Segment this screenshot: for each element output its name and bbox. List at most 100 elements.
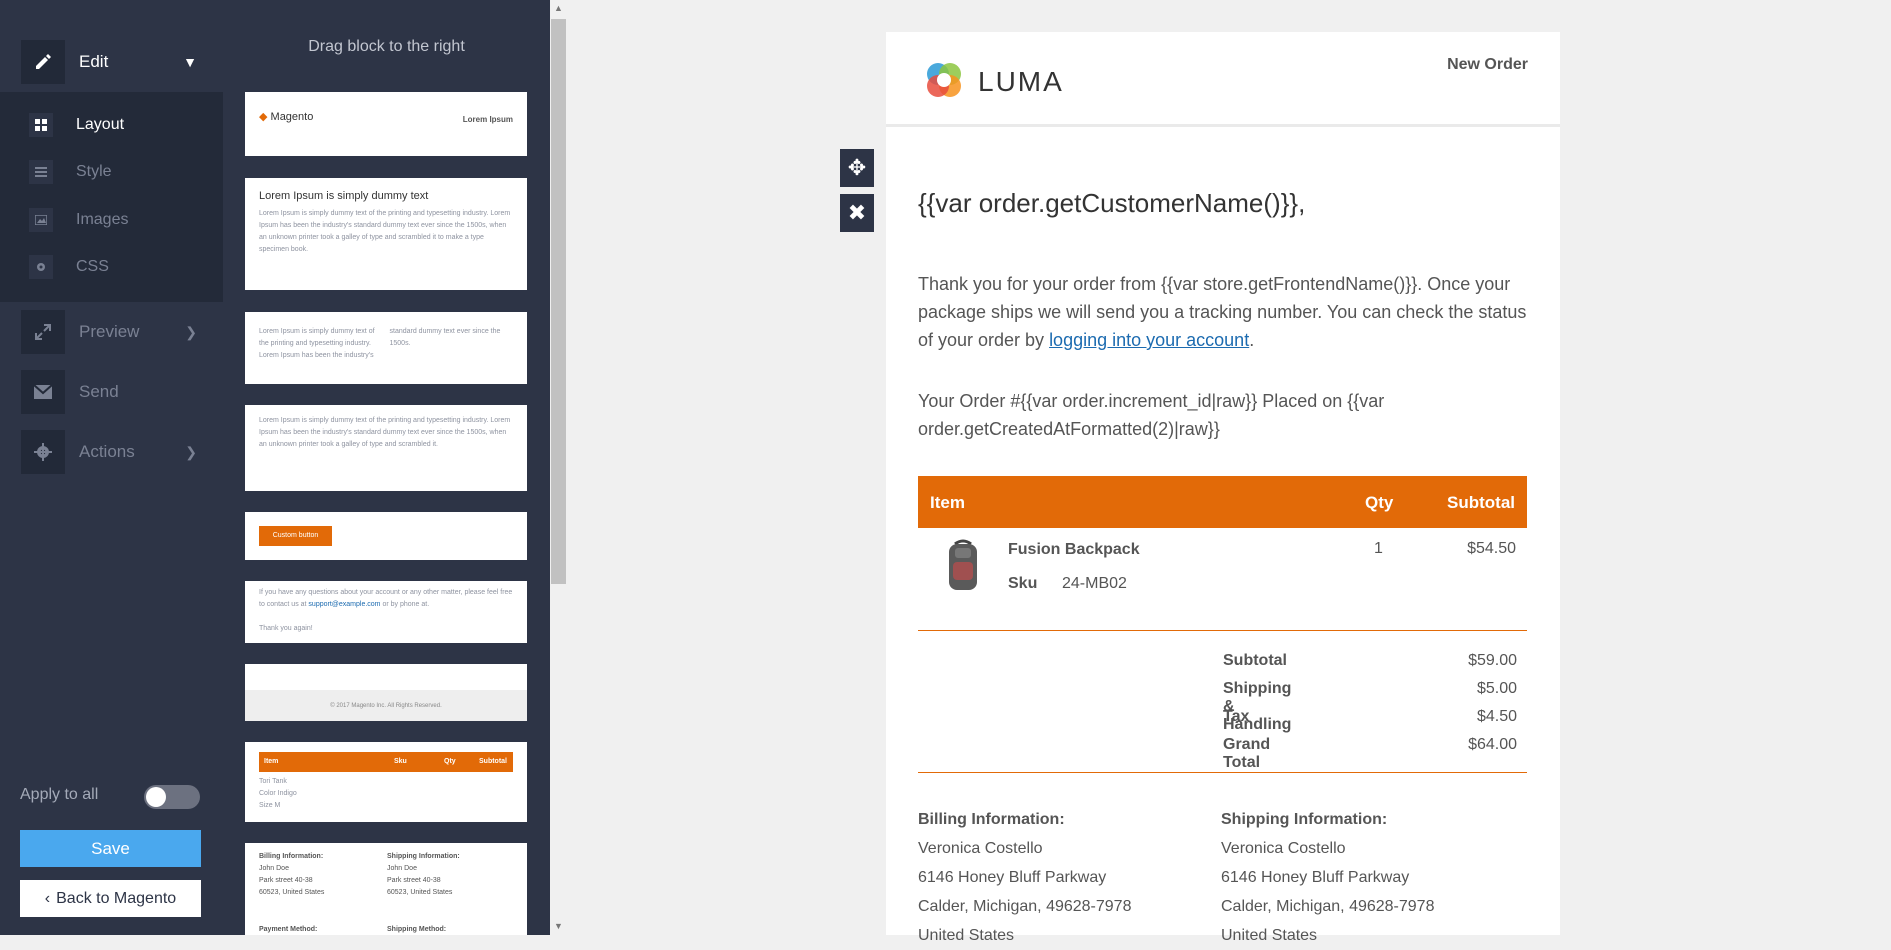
table-header: Item Qty Subtotal [918,476,1527,528]
luma-logo-text: LUMA [978,66,1064,97]
custom-button-preview: Custom button [259,526,332,546]
greeting: {{var order.getCustomerName()}}, [918,188,1306,218]
lorem-text: Lorem Ipsum is simply dummy text of the … [259,417,511,448]
mini-table-header: Item Sku Qty Subtotal [259,752,513,772]
apply-to-all-label: Apply to all [20,786,99,803]
billing-address: Billing Information: Veronica Costello 6… [918,805,1131,950]
billing-city: Calder, Michigan, 49628-7978 [918,898,1132,915]
preview-label: Preview [79,322,140,341]
lorem-paragraph: Lorem Ipsum is simply dummy text of the … [259,210,511,253]
shipping-country: United States [1221,927,1318,944]
shipping-address: Shipping Information: Veronica Costello … [1221,805,1434,950]
item-qty: 1 [1374,540,1383,557]
product-image [943,538,983,594]
mini-col-qty: Qty [444,758,456,765]
sidebar-item-layout[interactable]: Layout [0,105,223,145]
chevron-right-icon: ❯ [185,323,197,340]
block-items-table[interactable]: Item Sku Qty Subtotal Tori Tank Color Ind… [245,742,527,822]
sidebar-item-style[interactable]: Style [0,152,223,192]
total-value: $59.00 [1468,652,1517,669]
block-footer[interactable]: © 2017 Magento Inc. All Rights Reserved. [245,664,527,721]
move-block-button[interactable]: ✥ [840,149,874,187]
layout-label: Layout [76,116,125,133]
mini-shipping-method-label: Shipping Method: [387,926,447,933]
chevron-down-icon: ▼ [183,54,197,70]
col-qty: Qty [1365,493,1394,512]
block-button[interactable]: Custom button [245,512,527,560]
total-value: $4.50 [1476,708,1517,725]
billing-name: Veronica Costello [918,840,1043,857]
style-label: Style [76,163,112,180]
mini-table-row: Tori Tank Color Indigo Size M [259,778,297,809]
back-to-magento-button[interactable]: ‹ Back to Magento [20,880,201,917]
email-header[interactable]: LUMA New Order [886,32,1560,127]
image-icon [29,208,53,232]
account-link[interactable]: logging into your account [1049,330,1249,350]
order-line: Your Order #{{var order.increment_id|raw… [918,391,1385,439]
shipping-title: Shipping Information: [1221,811,1388,828]
header-right-text: Lorem Ipsum [462,115,513,124]
total-label: Tax [1223,708,1250,725]
images-label: Images [76,211,129,228]
apply-to-all-toggle[interactable] [144,785,200,809]
block-text[interactable]: Lorem Ipsum is simply dummy text Lorem I… [245,178,527,290]
drag-hint: Drag block to the right [308,38,465,55]
sidebar-item-images[interactable]: Images [0,200,223,240]
send-menu[interactable]: Send [0,362,223,422]
preview-menu[interactable]: Preview ❯ [0,302,223,362]
sku-value: 24-MB02 [1062,575,1127,592]
css-label: CSS [76,258,109,275]
actions-label: Actions [79,442,135,461]
remove-block-button[interactable]: ✖ [840,194,874,232]
grand-total-value: $64.00 [1468,736,1517,753]
block-header[interactable]: ◆ Magento Lorem Ipsum [245,92,527,156]
shipping-city: Calder, Michigan, 49628-7978 [1221,898,1435,915]
block-heading: Lorem Ipsum is simply dummy text [259,190,429,202]
total-value: $5.00 [1476,680,1517,697]
chevron-right-icon: ❯ [185,443,197,460]
block-two-columns[interactable]: Lorem Ipsum is simply dummy text of the … [245,312,527,384]
edit-submenu: Layout Style Images CSS [0,92,223,302]
pencil-icon [21,40,65,84]
magento-logo: ◆ Magento [259,111,314,123]
shipping-street: 6146 Honey Bluff Parkway [1221,869,1410,886]
new-order-label: New Order [1447,56,1528,73]
cog-icon [21,430,65,474]
edit-menu[interactable]: Edit ▼ [0,32,223,92]
item-subtotal: $54.50 [1467,540,1516,557]
envelope-icon [21,370,65,414]
block-contact[interactable]: If you have any questions about your acc… [245,581,527,643]
close-icon: ✖ [847,200,867,225]
scroll-down-icon[interactable]: ▼ [554,921,563,931]
blocks-scrollbar[interactable]: ▲ ▼ [550,0,567,935]
mini-col-sku: Sku [394,758,407,765]
thank-you-end: . [1249,330,1255,350]
expand-icon [21,310,65,354]
sidebar-item-css[interactable]: CSS [0,247,223,287]
block-addresses[interactable]: Billing Information: John Doe Park street … [245,843,527,935]
scrollbar-thumb[interactable] [551,19,566,584]
scroll-up-icon[interactable]: ▲ [554,3,563,13]
save-button[interactable]: Save [20,830,201,867]
block-paragraph[interactable]: Lorem Ipsum is simply dummy text of the … [245,405,527,491]
totals-divider [918,772,1527,773]
mini-payment-label: Payment Method: [259,926,318,933]
billing-title: Billing Information: [918,811,1065,828]
mini-col-subtotal: Subtotal [479,758,507,765]
mini-billing: Billing Information: John Doe Park street … [259,853,325,896]
toggle-knob [146,787,166,807]
chevron-left-icon: ‹ [44,889,51,907]
gear-icon [29,255,53,279]
luma-logo-icon [922,58,966,102]
style-icon [29,160,53,184]
billing-street: 6146 Honey Bluff Parkway [918,869,1107,886]
order-items-table: Item Qty Subtotal [918,476,1527,528]
items-divider [918,630,1527,631]
back-label: Back to Magento [56,889,177,907]
mini-col-item: Item [264,758,279,765]
col-subtotal: Subtotal [1447,493,1515,512]
total-label: Subtotal [1223,652,1287,669]
actions-menu[interactable]: Actions ❯ [0,422,223,482]
shipping-name: Veronica Costello [1221,840,1346,857]
layout-icon [29,113,53,137]
